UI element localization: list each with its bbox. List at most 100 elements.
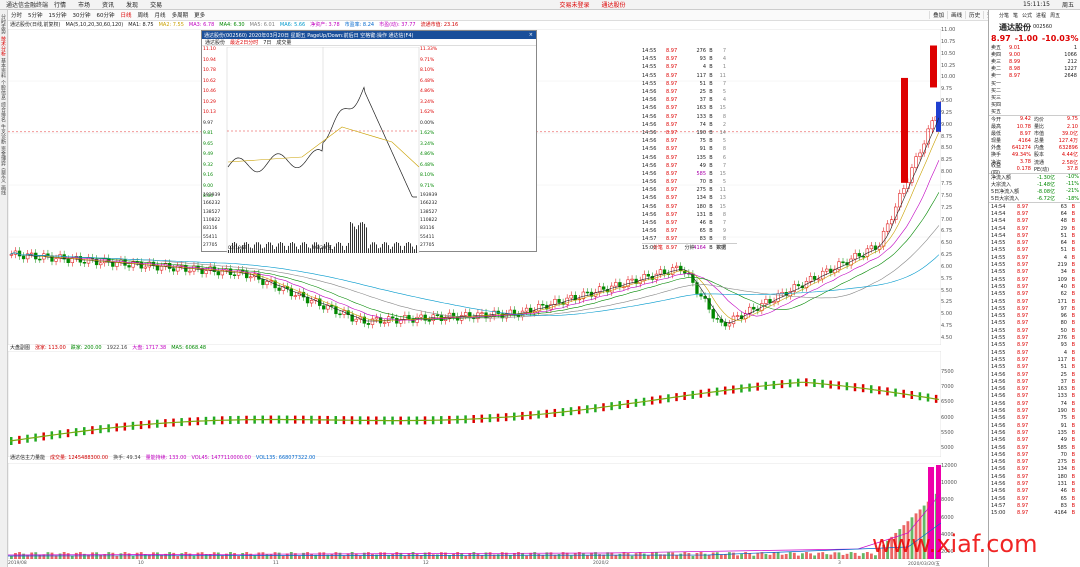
candle-body	[821, 270, 825, 280]
volume-bar	[691, 555, 695, 559]
sub2-info: 通达信主力量能 成交量: 1245488300.00 换手: 49.34 量能持续: …	[10, 453, 320, 462]
popup-tab[interactable]: 分钟	[684, 244, 694, 251]
menu-item-quotes[interactable]: 行情	[48, 0, 72, 9]
tick-row[interactable]: 14:56 8.97 70 B 5	[642, 178, 730, 186]
popup-sub-item[interactable]: 最近2日分时	[230, 39, 258, 46]
toolbar-button[interactable]: 历史	[965, 11, 983, 19]
trade-row-cell: 8.97	[1017, 488, 1029, 495]
popup-tick-list[interactable]: 14:55 8.97 276 B 7 14:55 8.97 93 B 4 14:55 8.97 4 B 1 1…	[642, 47, 730, 252]
book-row-cell: 买三	[991, 94, 1002, 101]
tick-row[interactable]: 14:56 8.97 65 B 9	[642, 227, 730, 235]
side-tab[interactable]: 综合排名	[0, 102, 7, 122]
volume-bar	[638, 552, 642, 559]
market-sub-chart[interactable]	[8, 351, 941, 457]
panel-tab[interactable]: 公式	[1020, 12, 1034, 19]
tick-row[interactable]: 14:56 8.97 180 B 15	[642, 203, 730, 211]
stats-row-cell: 最高	[991, 124, 1002, 131]
period-tab[interactable]: 分时	[8, 11, 25, 19]
side-tab[interactable]: 分时走势	[0, 14, 7, 34]
tick-cell: 14:56	[642, 162, 657, 169]
weekday-button[interactable]: 周五	[1056, 0, 1080, 9]
toolbar-button[interactable]: 画线	[947, 11, 965, 19]
tick-row[interactable]: 14:56 8.97 133 B 8	[642, 113, 730, 121]
volume-bar	[821, 552, 825, 559]
candle-body	[614, 282, 618, 287]
panel-tab[interactable]: 周五	[1048, 12, 1062, 19]
popup-tab[interactable]: 数据	[716, 244, 726, 251]
extra-info: 净资产: 3.78	[310, 22, 340, 28]
popup-tab[interactable]: 分笔	[653, 244, 663, 251]
panel-tab[interactable]: 分笔	[997, 12, 1011, 19]
tick-row[interactable]: 14:55 8.97 93 B 4	[642, 55, 730, 63]
side-tab[interactable]: 自定义	[0, 168, 7, 183]
candle-body	[857, 253, 861, 257]
book-row-cell: 8.97	[1009, 72, 1021, 79]
period-tab[interactable]: 月线	[152, 11, 169, 19]
period-tab[interactable]: 周线	[135, 11, 152, 19]
tick-row[interactable]: 14:56 8.97 585 B 15	[642, 170, 730, 178]
side-tab[interactable]: 个股信息	[0, 80, 7, 100]
trade-row-cell: 8.97	[1017, 254, 1029, 261]
tick-row[interactable]: 14:55 8.97 51 B 7	[642, 80, 730, 88]
tick-row[interactable]: 14:56 8.97 25 B 5	[642, 88, 730, 96]
axis-label: 7.00	[941, 216, 953, 223]
period-tab[interactable]: 多周期	[169, 11, 192, 19]
tick-cell: 15	[719, 203, 726, 210]
trade-row-cell: B	[1071, 502, 1075, 509]
side-tab[interactable]: 基本资料	[0, 58, 7, 78]
period-tab[interactable]: 日线	[118, 11, 135, 19]
tick-row[interactable]: 14:56 8.97 49 B 7	[642, 162, 730, 170]
tick-row[interactable]: 14:56 8.97 74 B 2	[642, 121, 730, 129]
tick-row[interactable]: 14:56 8.97 190 B 14	[642, 129, 730, 137]
panel-tab[interactable]: 笔	[1011, 12, 1020, 19]
login-status[interactable]: 交易未登录	[554, 0, 596, 9]
popup-sub-item[interactable]: 7日	[263, 39, 271, 46]
tick-row[interactable]: 14:56 8.97 75 B 5	[642, 137, 730, 145]
popup-sub-item[interactable]: 通达股份	[205, 39, 225, 46]
panel-tab[interactable]: 进程	[1034, 12, 1048, 19]
tick-row[interactable]: 14:56 8.97 91 B 8	[642, 145, 730, 153]
menu-item-news[interactable]: 资讯	[96, 0, 120, 9]
side-tab[interactable]: 画线	[0, 185, 7, 195]
trade-row: 14:55 8.97 62 B	[989, 291, 1080, 298]
period-tab[interactable]: 5分钟	[25, 11, 46, 19]
axis-label: 10.75	[941, 38, 956, 45]
tick-row[interactable]: 14:55 8.97 4 B 1	[642, 63, 730, 71]
period-tab[interactable]: 15分钟	[46, 11, 70, 19]
volume-sub-chart[interactable]	[8, 463, 941, 559]
side-tab[interactable]: 牛叉诊断	[0, 124, 7, 144]
period-tab[interactable]: 30分钟	[70, 11, 94, 19]
tick-row[interactable]: 14:56 8.97 134 B 13	[642, 194, 730, 202]
menu-item-market[interactable]: 市场	[72, 0, 96, 9]
axis-label: 9.50	[941, 98, 953, 105]
trade-row-cell: 14:56	[991, 429, 1006, 436]
menu-item-trade[interactable]: 交易	[144, 0, 168, 9]
date-label: 12	[423, 561, 429, 566]
tick-cell: B	[709, 72, 713, 79]
side-tab[interactable]: 资金博弈	[0, 146, 7, 166]
toolbar-button[interactable]: 叠加	[929, 11, 947, 19]
popup-sub-item[interactable]: 成交量	[276, 39, 291, 46]
volume-bar	[707, 555, 711, 559]
close-icon[interactable]: ×	[526, 32, 536, 38]
tick-row[interactable]: 14:56 8.97 275 B 11	[642, 186, 730, 194]
period-tab[interactable]: 更多	[191, 11, 208, 19]
intraday-popup[interactable]: 通达股份(002560) 2020年03月20日 星期五 PageUp/Down…	[201, 30, 737, 253]
tick-row[interactable]: 14:56 8.97 37 B 4	[642, 96, 730, 104]
tick-row[interactable]: 14:56 8.97 46 B 7	[642, 219, 730, 227]
tick-row[interactable]: 14:55 8.97 276 B 7	[642, 47, 730, 55]
tick-row[interactable]: 14:56 8.97 135 B 6	[642, 153, 730, 161]
candle-body	[17, 250, 22, 257]
menu-item-discover[interactable]: 发现	[120, 0, 144, 9]
flow-row-cell: -6.72亿	[1037, 196, 1055, 203]
axis-label: 12000	[941, 463, 957, 469]
tick-row[interactable]: 14:55 8.97 117 B 11	[642, 72, 730, 80]
popup-pct-label: 4.86%	[420, 89, 435, 94]
tick-cell: 75	[699, 138, 706, 145]
side-tab[interactable]: 技术分析	[0, 36, 7, 56]
period-tab[interactable]: 60分钟	[94, 11, 118, 19]
tick-row[interactable]: 14:56 8.97 163 B 15	[642, 104, 730, 112]
tick-row[interactable]: 14:56 8.97 131 B 8	[642, 211, 730, 219]
trade-row-cell: B	[1071, 444, 1075, 451]
trade-list[interactable]: 14:54 8.97 63 B 14:54 8.97 64 B 14:54 8.97 48 B 14:5…	[989, 202, 1080, 517]
